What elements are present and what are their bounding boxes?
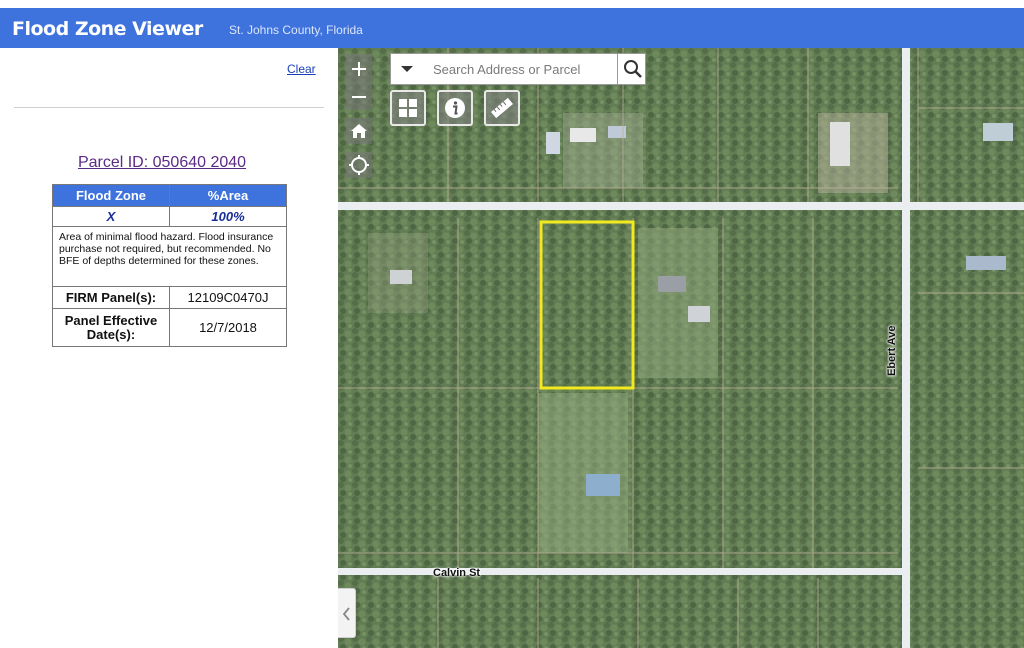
locate-icon: [349, 155, 369, 175]
table-row: X 100%: [52, 206, 287, 227]
search-source-dropdown[interactable]: [391, 54, 423, 84]
app-title: Flood Zone Viewer: [12, 18, 203, 40]
collapse-panel-button[interactable]: [338, 588, 356, 638]
clearing: [818, 113, 888, 193]
minus-icon: [352, 96, 366, 98]
firm-panel-value: 12109C0470J: [169, 286, 287, 309]
zoom-in-button[interactable]: [346, 56, 372, 82]
building: [546, 132, 560, 154]
building: [390, 270, 412, 284]
zone-description: Area of minimal flood hazard. Flood insu…: [52, 226, 287, 287]
map-view[interactable]: Ebert Ave Calvin St: [338, 48, 1024, 648]
col-header-area: %Area: [169, 184, 287, 207]
parcel-id-title[interactable]: Parcel ID: 050640 2040: [0, 154, 338, 172]
flood-zone-table: Flood Zone %Area X 100% Area of minimal …: [52, 184, 287, 347]
table-row: Area of minimal flood hazard. Flood insu…: [52, 226, 287, 287]
zoom-out-button[interactable]: [346, 84, 372, 110]
plus-icon: [352, 62, 366, 76]
basemap-button[interactable]: [390, 90, 426, 126]
aerial-imagery: [338, 48, 1024, 648]
clearing: [638, 228, 718, 378]
building: [658, 276, 686, 292]
ruler-icon: [491, 97, 513, 119]
flood-zone-value: X: [52, 206, 170, 227]
street-label-ebert-ave: Ebert Ave: [886, 325, 898, 376]
grid-icon: [399, 99, 417, 117]
chevron-left-icon: [342, 607, 350, 621]
building: [688, 306, 710, 322]
table-row: FIRM Panel(s): 12109C0470J: [52, 286, 287, 309]
building: [570, 128, 596, 142]
home-button[interactable]: [346, 118, 372, 144]
table-header-row: Flood Zone %Area: [52, 184, 287, 207]
top-strip: [0, 0, 1024, 8]
home-icon: [351, 124, 367, 138]
app-header: Flood Zone Viewer St. Johns County, Flor…: [0, 8, 1024, 48]
building: [966, 256, 1006, 270]
area-value: 100%: [169, 206, 287, 227]
effective-date-value: 12/7/2018: [169, 308, 287, 347]
firm-panel-label: FIRM Panel(s):: [52, 286, 170, 309]
caret-down-icon: [401, 66, 413, 72]
measure-button[interactable]: [484, 90, 520, 126]
road: [902, 48, 910, 648]
info-icon: [445, 98, 465, 118]
info-panel: Clear Parcel ID: 050640 2040 Flood Zone …: [0, 48, 338, 648]
search-input[interactable]: [425, 54, 615, 84]
locate-button[interactable]: [346, 152, 372, 178]
clearing: [563, 113, 643, 188]
street-label-calvin-st: Calvin St: [433, 567, 481, 579]
search-icon: [624, 60, 642, 78]
panel-divider: [14, 107, 324, 108]
effective-date-label: Panel Effective Date(s):: [52, 308, 170, 347]
clearing: [538, 393, 628, 553]
road: [338, 568, 908, 575]
identify-button[interactable]: [437, 90, 473, 126]
building: [983, 123, 1013, 141]
building: [830, 122, 850, 166]
app-subtitle: St. Johns County, Florida: [229, 23, 363, 37]
road: [338, 202, 1024, 210]
table-row: Panel Effective Date(s): 12/7/2018: [52, 308, 287, 347]
col-header-flood-zone: Flood Zone: [52, 184, 170, 207]
search-bar: [390, 53, 646, 85]
building: [586, 474, 620, 496]
clear-link[interactable]: Clear: [287, 62, 316, 76]
search-button[interactable]: [617, 54, 647, 84]
zoom-control: [346, 54, 372, 110]
